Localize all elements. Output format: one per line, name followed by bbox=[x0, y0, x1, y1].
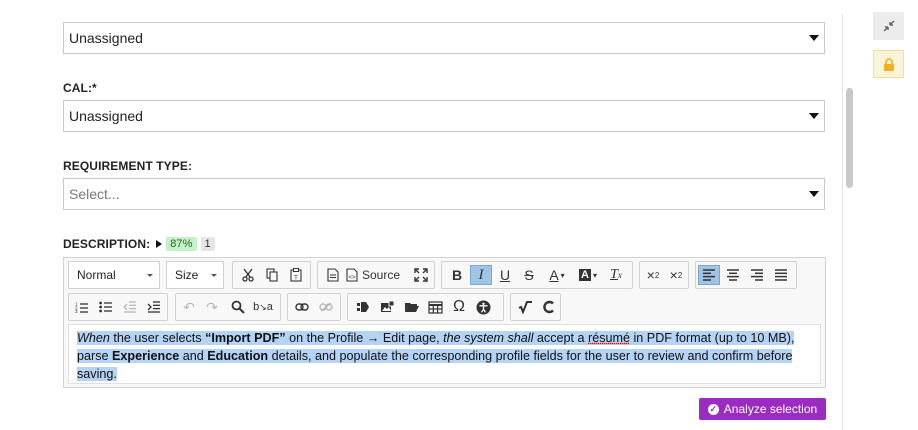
svg-text:3: 3 bbox=[75, 309, 78, 313]
align-right-icon[interactable] bbox=[746, 265, 768, 285]
subscript-icon[interactable]: × 2 bbox=[642, 265, 664, 285]
form-panel: Unassigned CAL:* Unassigned REQUIREMENT … bbox=[0, 0, 842, 430]
underline-icon[interactable]: U bbox=[494, 265, 516, 285]
superscript-icon[interactable]: × 2 bbox=[665, 265, 687, 285]
lock-icon bbox=[883, 57, 894, 71]
text-style-group: B I U S A ▾ A ▾ Tx bbox=[441, 261, 633, 289]
remove-format-icon[interactable]: Tx bbox=[605, 265, 627, 285]
background-color-icon[interactable]: A ▾ bbox=[574, 265, 602, 285]
increase-indent-icon[interactable] bbox=[143, 297, 165, 317]
expand-arrow-icon[interactable] bbox=[156, 240, 163, 248]
bold-text: “Import PDF” bbox=[205, 331, 286, 345]
align-left-icon[interactable] bbox=[698, 265, 720, 285]
unlink-icon[interactable] bbox=[315, 297, 337, 317]
bold-text: Education bbox=[207, 349, 269, 363]
svg-text:<>: <> bbox=[348, 275, 356, 281]
lock-button[interactable] bbox=[873, 50, 904, 78]
requirement-type-select[interactable]: Select... bbox=[63, 178, 825, 210]
text-run: on the Profile → Edit page, bbox=[285, 331, 444, 345]
maximize-icon[interactable] bbox=[410, 265, 432, 285]
quality-score-badge: 87% bbox=[166, 237, 197, 251]
italic-text: the system shall bbox=[443, 331, 534, 345]
text-run: the user selects bbox=[109, 331, 206, 345]
image-icon[interactable] bbox=[376, 297, 398, 317]
bold-icon[interactable]: B bbox=[446, 265, 468, 285]
selected-text: When the user selects “Import PDF” on th… bbox=[77, 331, 795, 381]
redo-icon[interactable]: ↷ bbox=[201, 297, 223, 317]
table-icon[interactable] bbox=[424, 297, 446, 317]
strikethrough-icon[interactable]: S bbox=[518, 265, 540, 285]
chevron-down-icon bbox=[809, 35, 819, 41]
clipboard-group: T bbox=[232, 261, 311, 289]
justify-icon[interactable] bbox=[770, 265, 792, 285]
accessibility-icon[interactable] bbox=[472, 297, 494, 317]
document-group: <> Source bbox=[317, 261, 435, 289]
source-icon: <> bbox=[346, 268, 358, 282]
script-group: × 2 × 2 bbox=[639, 261, 689, 289]
special-character-icon[interactable]: Ω bbox=[448, 297, 470, 317]
link-icon[interactable] bbox=[291, 297, 313, 317]
rich-text-editor: Normal Size T <> Source B I U S A ▾ A ▾ … bbox=[63, 257, 826, 388]
alignment-group bbox=[695, 261, 797, 289]
source-button[interactable]: <> Source bbox=[346, 265, 406, 285]
analyze-selection-button[interactable]: ✓ Analyze selection bbox=[699, 398, 826, 420]
description-label: DESCRIPTION: bbox=[63, 237, 151, 251]
italic-icon[interactable]: I bbox=[470, 265, 492, 285]
scrollbar-thumb[interactable] bbox=[846, 88, 853, 188]
cal-select-value: Unassigned bbox=[69, 108, 143, 124]
folder-icon[interactable] bbox=[400, 297, 422, 317]
list-group: 123 bbox=[68, 293, 168, 321]
analyze-selection-label: Analyze selection bbox=[723, 402, 818, 416]
insert-group: Ω bbox=[347, 293, 504, 321]
requirement-type-label: REQUIREMENT TYPE: bbox=[63, 159, 193, 173]
italic-text: When bbox=[77, 331, 110, 345]
cal-label: CAL:* bbox=[63, 81, 97, 95]
text-run: and bbox=[179, 349, 208, 363]
spellcheck-word: résumé bbox=[588, 331, 630, 345]
assignee-select[interactable]: Unassigned bbox=[63, 22, 825, 54]
collapse-panel-button[interactable] bbox=[873, 12, 904, 40]
requirement-type-placeholder: Select... bbox=[69, 186, 120, 202]
svg-text:T: T bbox=[294, 276, 298, 282]
chevron-down-icon bbox=[211, 274, 217, 277]
bold-text: Experience bbox=[112, 349, 180, 363]
size-dropdown[interactable]: Size bbox=[166, 261, 224, 289]
format-dropdown-label: Normal bbox=[77, 268, 116, 282]
description-label-row: DESCRIPTION: 87% 1 bbox=[63, 237, 215, 251]
replace-icon[interactable]: b ↘ a bbox=[252, 297, 274, 317]
math-formula-icon[interactable] bbox=[514, 297, 536, 317]
cut-icon[interactable] bbox=[237, 265, 259, 285]
copy-icon[interactable] bbox=[261, 265, 283, 285]
paste-text-icon[interactable]: T bbox=[285, 265, 307, 285]
text-color-icon[interactable]: A ▾ bbox=[543, 265, 571, 285]
anchor-icon[interactable] bbox=[352, 297, 374, 317]
source-button-label: Source bbox=[362, 268, 401, 282]
size-dropdown-label: Size bbox=[175, 268, 199, 282]
assignee-select-value: Unassigned bbox=[69, 30, 143, 46]
text-run: accept a bbox=[533, 331, 588, 345]
scrollbar-track[interactable] bbox=[842, 14, 857, 430]
chevron-down-icon bbox=[809, 191, 819, 197]
chemistry-icon[interactable] bbox=[537, 297, 559, 317]
check-circle-icon: ✓ bbox=[707, 403, 719, 415]
cal-select[interactable]: Unassigned bbox=[63, 100, 825, 132]
link-group bbox=[287, 293, 341, 321]
bullet-list-icon[interactable] bbox=[95, 297, 117, 317]
collapse-icon bbox=[882, 20, 895, 32]
document-icon[interactable] bbox=[322, 265, 344, 285]
align-center-icon[interactable] bbox=[722, 265, 744, 285]
chevron-down-icon bbox=[147, 274, 153, 277]
format-dropdown[interactable]: Normal bbox=[68, 261, 160, 289]
history-group: ↶ ↷ b ↘ a bbox=[175, 293, 281, 321]
editor-content[interactable]: When the user selects “Import PDF” on th… bbox=[68, 324, 821, 384]
numbered-list-icon[interactable]: 123 bbox=[71, 297, 93, 317]
undo-icon[interactable]: ↶ bbox=[178, 297, 200, 317]
find-icon[interactable] bbox=[227, 297, 249, 317]
decrease-indent-icon[interactable] bbox=[119, 297, 141, 317]
math-group bbox=[510, 293, 561, 321]
chevron-down-icon bbox=[809, 113, 819, 119]
issue-count-badge: 1 bbox=[200, 237, 215, 251]
